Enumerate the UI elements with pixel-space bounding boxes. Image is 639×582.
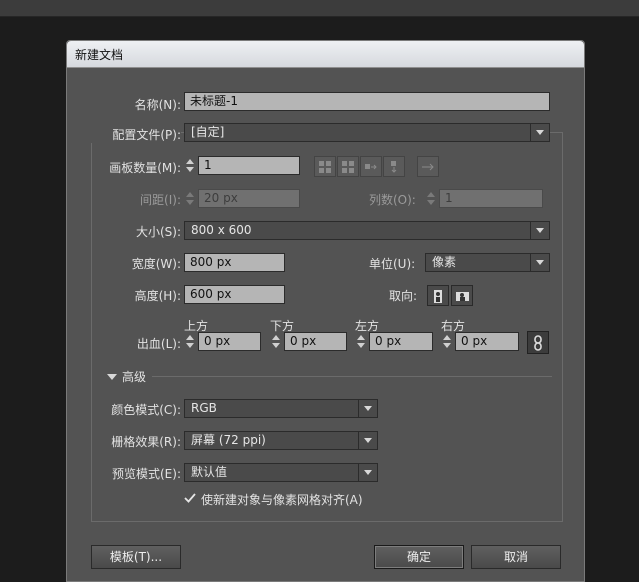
align-pixel-label[interactable]: 使新建对象与像素网格对齐(A) xyxy=(201,491,363,508)
columns-input: 1 xyxy=(439,189,543,208)
height-label: 高度(H): xyxy=(134,289,181,303)
templates-button[interactable]: 模板(T)... xyxy=(91,545,181,569)
bleed-top-stepper[interactable] xyxy=(184,332,197,351)
color-mode-label: 颜色模式(C): xyxy=(111,403,181,417)
arrange-by-column-icon[interactable] xyxy=(383,156,405,177)
color-mode-select[interactable]: RGB xyxy=(184,399,378,418)
grid-by-row-icon[interactable] xyxy=(314,156,336,177)
bleed-bottom-input[interactable]: 0 px xyxy=(284,332,347,351)
size-select[interactable]: 800 x 600 xyxy=(184,221,550,240)
collapse-triangle-icon[interactable] xyxy=(107,374,117,380)
raster-select[interactable]: 屏幕 (72 ppi) xyxy=(184,431,378,450)
link-icon[interactable] xyxy=(527,331,549,354)
grid-by-column-icon[interactable] xyxy=(337,156,359,177)
size-value: 800 x 600 xyxy=(191,223,252,237)
orientation-label: 取向: xyxy=(389,289,418,303)
dialog-title: 新建文档 xyxy=(75,48,124,62)
app-top-bar xyxy=(0,0,639,17)
triangle-down-icon xyxy=(358,400,377,417)
artboards-stepper[interactable] xyxy=(184,156,197,175)
triangle-down-icon xyxy=(530,254,549,271)
triangle-down-icon xyxy=(358,432,377,449)
landscape-icon[interactable] xyxy=(451,285,473,306)
units-select[interactable]: 像素 xyxy=(425,253,550,272)
cancel-button[interactable]: 取消 xyxy=(471,545,561,569)
triangle-down-icon xyxy=(530,222,549,239)
ok-button[interactable]: 确定 xyxy=(374,545,464,569)
arrange-by-row-icon[interactable] xyxy=(360,156,382,177)
spacing-stepper xyxy=(184,189,197,208)
right-to-left-icon[interactable] xyxy=(417,156,439,177)
name-label: 名称(N): xyxy=(134,98,181,112)
bleed-top-input[interactable]: 0 px xyxy=(198,332,261,351)
units-label: 单位(U): xyxy=(369,257,416,271)
color-mode-value: RGB xyxy=(191,401,217,415)
bleed-right-stepper[interactable] xyxy=(441,332,454,351)
advanced-divider xyxy=(152,376,552,377)
raster-value: 屏幕 (72 ppi) xyxy=(191,433,266,447)
portrait-icon[interactable] xyxy=(427,285,449,306)
spacing-label: 间距(I): xyxy=(140,193,181,207)
width-label: 宽度(W): xyxy=(131,257,181,271)
spacing-input: 20 px xyxy=(198,189,300,208)
profile-select[interactable]: [自定] xyxy=(184,123,550,142)
triangle-down-icon xyxy=(530,124,549,141)
advanced-title[interactable]: 高级 xyxy=(122,368,146,385)
triangle-down-icon xyxy=(358,464,377,481)
preview-value: 默认值 xyxy=(191,465,228,479)
bleed-left-input[interactable]: 0 px xyxy=(369,332,433,351)
artboards-label: 画板数量(M): xyxy=(109,161,181,175)
bleed-right-input[interactable]: 0 px xyxy=(455,332,519,351)
columns-stepper xyxy=(425,189,438,208)
new-document-dialog: 新建文档 名称(N): 未标题-1 配置文件(P): [自定] 画板数量(M):… xyxy=(66,40,585,582)
bleed-bottom-stepper[interactable] xyxy=(270,332,283,351)
raster-label: 栅格效果(R): xyxy=(111,435,181,449)
profile-value: [自定] xyxy=(191,125,225,139)
bleed-label: 出血(L): xyxy=(136,337,181,351)
preview-select[interactable]: 默认值 xyxy=(184,463,378,482)
height-input[interactable]: 600 px xyxy=(184,285,285,304)
dialog-titlebar[interactable]: 新建文档 xyxy=(67,41,584,68)
size-label: 大小(S): xyxy=(135,225,181,239)
units-value: 像素 xyxy=(432,255,457,269)
width-input[interactable]: 800 px xyxy=(184,253,285,272)
align-pixel-checkbox[interactable] xyxy=(184,492,196,504)
profile-label: 配置文件(P): xyxy=(67,126,181,143)
name-input[interactable]: 未标题-1 xyxy=(184,92,550,111)
bleed-left-stepper[interactable] xyxy=(355,332,368,351)
columns-label: 列数(O): xyxy=(369,193,416,207)
preview-label: 预览模式(E): xyxy=(112,467,181,481)
artboards-input[interactable]: 1 xyxy=(198,156,300,175)
